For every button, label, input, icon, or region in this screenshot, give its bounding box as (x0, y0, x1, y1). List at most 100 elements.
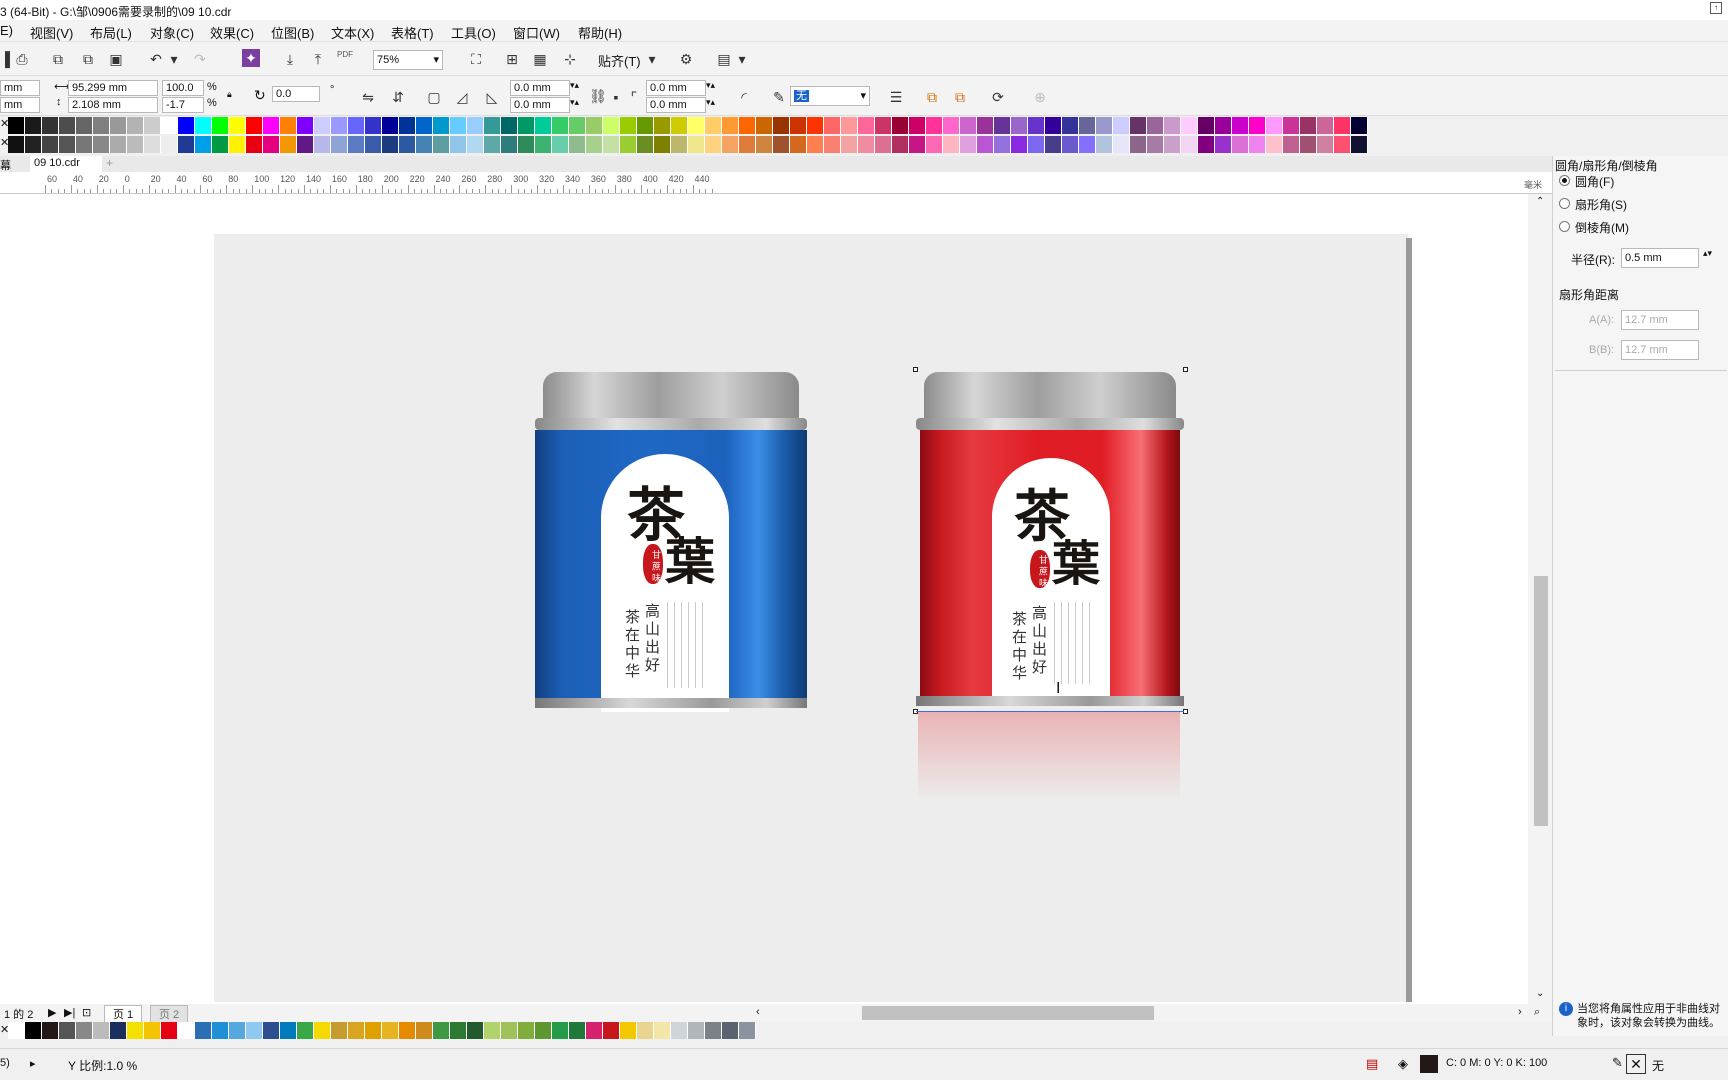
color-swatch[interactable] (331, 1022, 348, 1039)
color-swatch[interactable] (926, 136, 943, 153)
color-swatch[interactable] (450, 117, 467, 134)
color-swatch[interactable] (994, 136, 1011, 153)
color-swatch[interactable] (1317, 117, 1334, 134)
outline-width-select[interactable]: 无 ▾ (790, 86, 870, 106)
color-swatch[interactable] (552, 1022, 569, 1039)
color-swatch[interactable] (501, 136, 518, 153)
color-swatch[interactable] (1130, 117, 1147, 134)
color-swatch[interactable] (229, 117, 246, 134)
page-tab-2[interactable]: 页 2 (150, 1005, 189, 1023)
color-swatch[interactable] (603, 1022, 620, 1039)
color-swatch[interactable] (569, 136, 586, 153)
radius-stepper-icon[interactable]: ▴▾ (1703, 248, 1712, 259)
menu-help[interactable]: 帮助(H) (578, 23, 622, 42)
undo-icon[interactable]: ↶ (146, 49, 166, 69)
color-swatch[interactable] (1283, 136, 1300, 153)
color-swatch[interactable] (229, 1022, 246, 1039)
color-swatch[interactable] (93, 117, 110, 134)
color-swatch[interactable] (93, 136, 110, 153)
color-swatch[interactable] (1062, 117, 1079, 134)
menu-tools[interactable]: 工具(O) (451, 23, 496, 42)
show-rulers-icon[interactable]: ⊞ (502, 49, 522, 69)
color-swatch[interactable] (1147, 136, 1164, 153)
color-swatch[interactable] (535, 117, 552, 134)
color-swatch[interactable] (756, 117, 773, 134)
corner-stepper-icon[interactable]: ▾▴ (570, 97, 579, 108)
color-swatch[interactable] (42, 117, 59, 134)
color-swatch[interactable] (909, 117, 926, 134)
color-swatch[interactable] (25, 136, 42, 153)
color-swatch[interactable] (518, 117, 535, 134)
color-swatch[interactable] (178, 117, 195, 134)
scroll-down-icon[interactable]: ⌄ (1536, 988, 1544, 999)
corner-stepper-icon[interactable]: ▾▴ (706, 80, 715, 91)
scale-y-field[interactable]: -1.7 (162, 97, 204, 113)
chamfered-corner-icon[interactable]: ◺ (482, 87, 502, 107)
vertical-scroll-thumb[interactable] (1534, 576, 1548, 826)
color-swatch[interactable] (1045, 117, 1062, 134)
color-swatch[interactable] (501, 117, 518, 134)
to-back-icon[interactable]: ⧉ (950, 87, 970, 107)
color-swatch[interactable] (110, 1022, 127, 1039)
color-swatch[interactable] (1300, 136, 1317, 153)
relative-corner-scaling-icon[interactable]: ◜ (734, 87, 754, 107)
color-swatch[interactable] (1198, 117, 1215, 134)
drawing-canvas[interactable]: 茶 葉 甘 蔗 味 高山出好 茶在中华 茶 葉 甘 蔗 味 高山出好 茶在中华 … (0, 194, 1552, 1004)
tea-can-red[interactable]: 茶 葉 甘 蔗 味 高山出好 茶在中华 I (914, 372, 1186, 802)
color-swatch[interactable] (246, 136, 263, 153)
show-grid-icon[interactable]: ▦ (530, 49, 550, 69)
color-swatch[interactable] (501, 1022, 518, 1039)
corel-connect-icon[interactable]: ✦ (242, 49, 260, 67)
menu-table[interactable]: 表格(T) (391, 23, 434, 42)
page-tab-1[interactable]: 页 1 (104, 1005, 143, 1023)
zoom-icon[interactable]: ⌕ (1534, 1006, 1540, 1019)
color-swatch[interactable] (382, 117, 399, 134)
color-swatch[interactable] (144, 1022, 161, 1039)
color-swatch[interactable] (1351, 136, 1368, 153)
to-front-icon[interactable]: ⧉ (922, 87, 942, 107)
color-swatch[interactable] (484, 136, 501, 153)
color-swatch[interactable] (8, 117, 25, 134)
fill-swatch[interactable] (1420, 1055, 1438, 1073)
color-swatch[interactable] (25, 117, 42, 134)
color-swatch[interactable] (263, 117, 280, 134)
color-swatch[interactable] (1232, 117, 1249, 134)
color-swatch[interactable] (892, 136, 909, 153)
color-swatch[interactable] (8, 136, 25, 153)
round-corner-icon[interactable]: ▢ (424, 87, 444, 107)
add-page-icon[interactable]: ⊡ (82, 1006, 91, 1019)
color-swatch[interactable] (467, 1022, 484, 1039)
color-swatch[interactable] (1147, 117, 1164, 134)
color-swatch[interactable] (1334, 136, 1351, 153)
scalloped-corner-icon[interactable]: ◿ (452, 87, 472, 107)
color-swatch[interactable] (484, 117, 501, 134)
color-swatch[interactable] (892, 117, 909, 134)
convert-to-curves-icon[interactable]: ⟳ (988, 87, 1008, 107)
color-swatch[interactable] (297, 136, 314, 153)
snap-dropdown-icon[interactable]: ▾ (642, 49, 662, 69)
zoom-level-select[interactable]: 75% ▾ (373, 50, 443, 70)
color-swatch[interactable] (1300, 117, 1317, 134)
color-swatch[interactable] (399, 1022, 416, 1039)
scallop-radio[interactable] (1559, 198, 1570, 209)
fillet-radio[interactable] (1559, 175, 1570, 186)
horizontal-scroll-thumb[interactable] (862, 1006, 1154, 1020)
color-swatch[interactable] (263, 1022, 280, 1039)
color-swatch[interactable] (1164, 136, 1181, 153)
corner-lock-icon[interactable]: ▪ (606, 87, 626, 107)
color-swatch[interactable] (212, 136, 229, 153)
color-swatch[interactable] (314, 136, 331, 153)
color-swatch[interactable] (399, 117, 416, 134)
color-swatch[interactable] (535, 136, 552, 153)
color-swatch[interactable] (739, 1022, 756, 1039)
color-swatch[interactable] (433, 1022, 450, 1039)
status-arrow-icon[interactable]: ▸ (30, 1057, 36, 1070)
color-swatch[interactable] (654, 1022, 671, 1039)
color-swatch[interactable] (671, 1022, 688, 1039)
color-swatch[interactable] (1334, 117, 1351, 134)
color-swatch[interactable] (280, 117, 297, 134)
scroll-up-icon[interactable]: ⌃ (1536, 196, 1544, 207)
color-swatch[interactable] (348, 136, 365, 153)
color-swatch[interactable] (348, 1022, 365, 1039)
color-swatch[interactable] (960, 117, 977, 134)
